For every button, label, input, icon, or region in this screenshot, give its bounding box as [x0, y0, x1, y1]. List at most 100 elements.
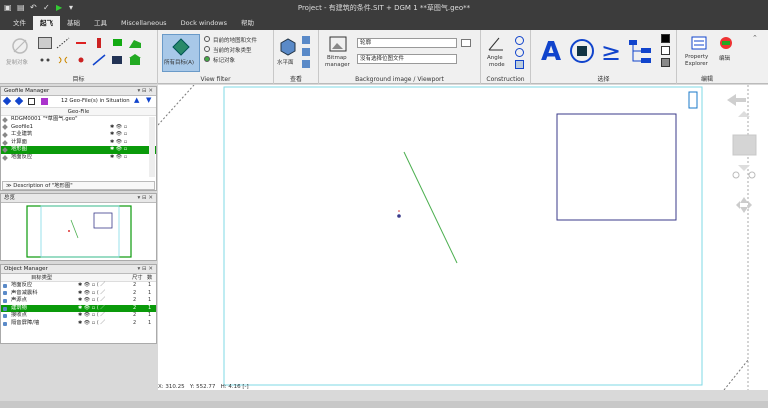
geofile-row[interactable]: 地面反应 ✱ 👁 ▫: [1, 154, 156, 162]
edit-tool-icon[interactable]: [719, 36, 733, 50]
construction-label: Construction: [486, 76, 525, 83]
nav-back-icon: [727, 94, 746, 106]
snap-tool-icon[interactable]: [515, 60, 524, 69]
visibility-icons[interactable]: ✱ 👁 ▫: [110, 146, 127, 154]
arc-tool-icon[interactable]: [515, 48, 524, 57]
building-square: [556, 113, 677, 221]
geofile-remove-icon[interactable]: [14, 96, 24, 106]
menu-misc[interactable]: Miscellaneous: [114, 16, 174, 30]
red-point-icon[interactable]: [74, 54, 88, 66]
property-explorer-icon[interactable]: [691, 36, 707, 50]
canvas-diagonal-bottom: [723, 359, 749, 391]
view-label: 查看: [289, 76, 302, 83]
radio-current-map[interactable]: [204, 36, 210, 42]
horizontal-plane-icon[interactable]: [278, 36, 298, 56]
bitmap-label-2: manager: [325, 62, 350, 68]
radio-marked[interactable]: [204, 56, 210, 62]
view-top-icon[interactable]: [302, 48, 310, 56]
objmgr-row-toggles[interactable]: ✱ 👁 ▫ ⟨ ／: [78, 320, 105, 328]
red-source-icon[interactable]: [92, 37, 106, 49]
menu-tools[interactable]: 工具: [87, 16, 114, 30]
object-type-icon: [3, 306, 7, 311]
bitmap-manager-icon[interactable]: [329, 36, 347, 52]
app-window: ▣ ▤ ↶ ✓ ▶ ▾ Project - 有建筑的条件.SIT + DGM 1…: [0, 0, 768, 408]
geofile-diamond-icon: [2, 132, 8, 138]
visibility-icons[interactable]: ✱ 👁 ▫: [110, 124, 127, 132]
visibility-icons[interactable]: ✱ 👁 ▫: [110, 154, 127, 162]
objmgr-row-toggles[interactable]: ✱ 👁 ▫ ⟨ ／: [78, 305, 105, 313]
objmgr-row-name: 隔音屏障/墙: [11, 319, 40, 326]
navigation-widget[interactable]: [727, 94, 757, 213]
group-select: A ≥ 选择: [531, 30, 677, 84]
status-y: Y: 552.77: [189, 384, 216, 390]
circle-tool-icon[interactable]: [515, 36, 524, 45]
select-compare-icon[interactable]: ≥: [599, 34, 623, 70]
sort-up-icon[interactable]: ▲: [134, 96, 139, 104]
dotted-line-icon[interactable]: [56, 37, 70, 49]
select-black-icon[interactable]: [661, 34, 670, 43]
menu-help[interactable]: 帮助: [234, 16, 261, 30]
panel-pin-icon[interactable]: ▾ ⊟ ✕: [138, 87, 153, 96]
map-drawing[interactable]: [157, 84, 768, 391]
bitmap-file-combo[interactable]: 没有选择位图文件: [357, 54, 457, 64]
objmgr-row-toggles[interactable]: ✱ 👁 ▫ ⟨ ／: [78, 290, 105, 298]
building-icon[interactable]: [128, 54, 142, 66]
antenna-icon[interactable]: [56, 54, 70, 66]
sort-down-icon[interactable]: ▼: [146, 96, 151, 104]
overview-pin-icon[interactable]: ▾ ⊟ ✕: [138, 194, 153, 203]
view-3d-icon[interactable]: [302, 36, 310, 44]
geofile-row-label: 工业建筑: [11, 131, 33, 138]
objmgr-row[interactable]: 接收点 ✱ 👁 ▫ ⟨ ／ 2 1: [1, 312, 156, 320]
outline-combo[interactable]: 轮廓: [357, 38, 457, 48]
select-tree-icon[interactable]: [627, 38, 653, 66]
geofile-scrollbar[interactable]: [149, 117, 155, 177]
geofile-save-icon[interactable]: [28, 98, 35, 105]
grid-icon[interactable]: [38, 37, 52, 49]
blue-line-icon[interactable]: [92, 54, 106, 66]
blue-square-icon[interactable]: [110, 54, 124, 66]
objmgr-header: Object Manager ▾ ⊟ ✕: [1, 265, 156, 274]
objmgr-pin-icon[interactable]: ▾ ⊟ ✕: [138, 265, 153, 274]
objmgr-row-toggles[interactable]: ✱ 👁 ▫ ⟨ ／: [78, 282, 105, 290]
menu-basic[interactable]: 基础: [60, 16, 87, 30]
geofile-row[interactable]: 地形图 ✱ 👁 ▫: [1, 146, 156, 154]
objmgr-title: Object Manager: [4, 266, 48, 272]
objmgr-row-toggles[interactable]: ✱ 👁 ▫ ⟨ ／: [78, 312, 105, 320]
select-text-icon[interactable]: A: [537, 34, 565, 70]
copy-object-button[interactable]: 复制对象: [6, 58, 28, 66]
overview-map[interactable]: [1, 203, 156, 260]
objmgr-row[interactable]: 声源点 ✱ 👁 ▫ ⟨ ／ 2 1: [1, 297, 156, 305]
geofile-add-icon[interactable]: [2, 96, 12, 106]
menu-takeoff[interactable]: 起飞: [33, 16, 60, 30]
object-type-icon: [3, 291, 7, 296]
menu-dock[interactable]: Dock windows: [174, 16, 234, 30]
angle-icon[interactable]: [487, 36, 505, 52]
geofile-row[interactable]: RDGM0001 "*草图气.geo": [1, 116, 156, 124]
select-white-icon[interactable]: [661, 46, 670, 55]
select-gray-icon[interactable]: [661, 58, 670, 67]
geofile-row[interactable]: 工业建筑 ✱ 👁 ▫: [1, 131, 156, 139]
objmgr-row[interactable]: 地面反应 ✱ 👁 ▫ ⟨ ／ 2 1: [1, 282, 156, 290]
visibility-icons[interactable]: ✱ 👁 ▫: [110, 139, 127, 147]
objmgr-row-size: 2: [133, 312, 137, 319]
objmgr-row[interactable]: 隔音屏障/墙 ✱ 👁 ▫ ⟨ ／ 2 1: [1, 320, 156, 328]
view-side-icon[interactable]: [302, 60, 310, 68]
radio-current-type[interactable]: [204, 46, 210, 52]
green-shape-icon[interactable]: [128, 37, 142, 49]
red-line-icon[interactable]: [74, 37, 88, 49]
pencil-icon[interactable]: [461, 39, 471, 47]
geofile-diamond-icon: [2, 124, 8, 131]
bottom-scrollbar[interactable]: [0, 401, 768, 408]
ribbon-collapse-icon[interactable]: ⌃: [752, 34, 760, 42]
visibility-icons[interactable]: ✱ 👁 ▫: [110, 131, 127, 139]
select-crosshair-icon[interactable]: [569, 38, 595, 64]
select-label: 选择: [597, 76, 610, 83]
filter-diamond-icon: [172, 38, 190, 56]
objmgr-row-toggles[interactable]: ✱ 👁 ▫ ⟨ ／: [78, 297, 105, 305]
geofile-edit-icon[interactable]: [41, 98, 48, 105]
green-flag-icon[interactable]: [110, 37, 124, 49]
map-canvas[interactable]: [157, 84, 768, 391]
menu-file[interactable]: 文件: [6, 16, 33, 30]
geofile-description-bar[interactable]: ≫ Description of "地形图": [2, 181, 155, 190]
small-dots-icon[interactable]: [38, 54, 52, 66]
